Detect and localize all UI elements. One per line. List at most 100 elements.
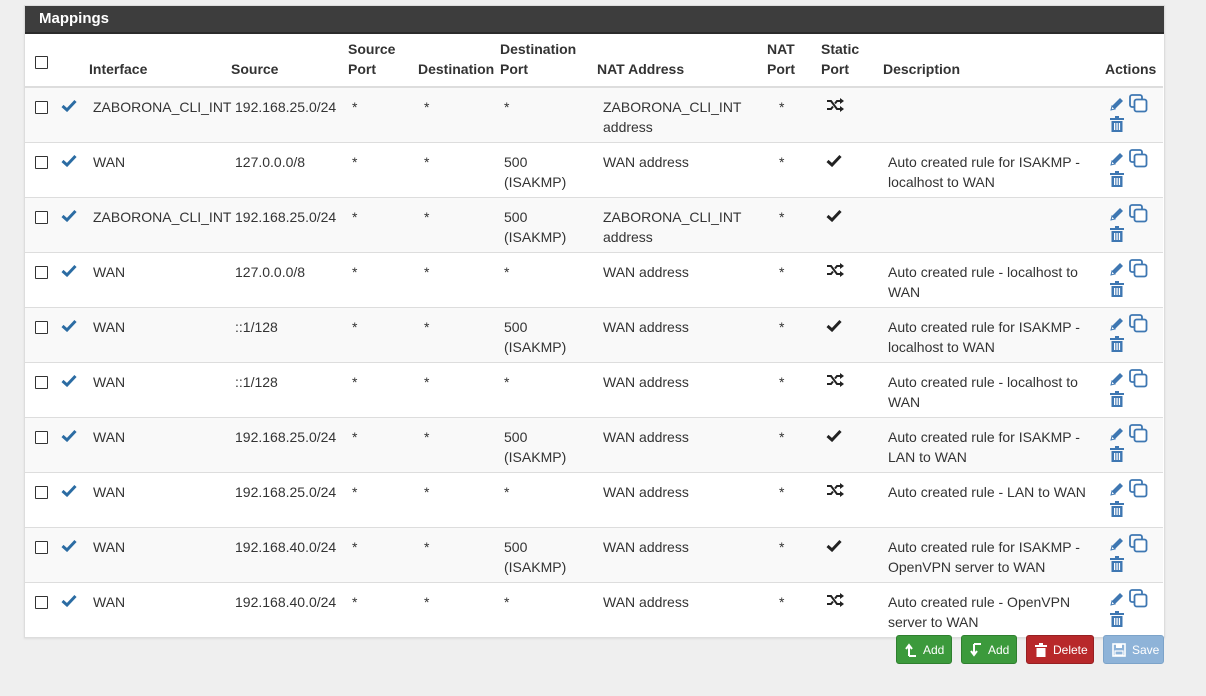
- edit-pencil-icon[interactable]: [1109, 206, 1125, 222]
- copy-icon[interactable]: [1129, 149, 1148, 168]
- cell-destination-port: *: [500, 87, 597, 143]
- table-row[interactable]: ZABORONA_CLI_INT 192.168.25.0/24 * * * ZABORO…: [25, 87, 1163, 143]
- copy-icon[interactable]: [1129, 534, 1148, 553]
- copy-icon[interactable]: [1129, 479, 1148, 498]
- delete-trash-icon[interactable]: [1110, 281, 1124, 297]
- cell-description: [883, 87, 1105, 143]
- cell-destination: *: [418, 307, 500, 363]
- copy-icon[interactable]: [1129, 204, 1148, 223]
- cell-nat-port: *: [767, 197, 821, 253]
- table-row[interactable]: WAN 192.168.40.0/24 * * 500 (ISAKMP) WAN addre…: [25, 527, 1163, 583]
- table-row[interactable]: WAN 192.168.25.0/24 * * 500 (ISAKMP) WAN addre…: [25, 417, 1163, 473]
- delete-trash-icon[interactable]: [1110, 336, 1124, 352]
- delete-trash-icon[interactable]: [1110, 226, 1124, 242]
- cell-actions: [1105, 472, 1163, 528]
- row-checkbox[interactable]: [35, 486, 48, 499]
- save-button[interactable]: Save: [1103, 635, 1164, 664]
- cell-destination-port: *: [500, 472, 597, 528]
- check-icon: [826, 209, 842, 225]
- delete-trash-icon[interactable]: [1110, 446, 1124, 462]
- cell-source: 192.168.40.0/24: [231, 527, 348, 583]
- delete-trash-icon[interactable]: [1110, 171, 1124, 187]
- col-nat-port: NAT Port: [767, 34, 821, 88]
- edit-pencil-icon[interactable]: [1109, 371, 1125, 387]
- panel-title: Mappings: [25, 6, 1164, 34]
- edit-pencil-icon[interactable]: [1109, 591, 1125, 607]
- row-checkbox[interactable]: [35, 101, 48, 114]
- edit-pencil-icon[interactable]: [1109, 481, 1125, 497]
- table-row[interactable]: WAN 127.0.0.0/8 * * * WAN address * Auto create…: [25, 252, 1163, 308]
- edit-pencil-icon[interactable]: [1109, 96, 1125, 112]
- cell-static-port: [821, 307, 883, 363]
- add-rule-bottom-button[interactable]: Add: [961, 635, 1017, 664]
- cell-nat-port: *: [767, 87, 821, 143]
- table-row[interactable]: WAN 192.168.40.0/24 * * * WAN address * Auto cr…: [25, 582, 1163, 637]
- table-row[interactable]: WAN::1/128 * * * WAN address * Auto created ru…: [25, 362, 1163, 418]
- cell-destination-port: *: [500, 252, 597, 308]
- copy-icon[interactable]: [1129, 589, 1148, 608]
- edit-pencil-icon[interactable]: [1109, 261, 1125, 277]
- cell-actions: [1105, 417, 1163, 473]
- delete-trash-icon[interactable]: [1110, 116, 1124, 132]
- row-checkbox[interactable]: [35, 321, 48, 334]
- cell-nat-port: *: [767, 252, 821, 308]
- cell-nat-address: WAN address: [597, 142, 767, 198]
- cell-interface: WAN: [89, 417, 231, 473]
- row-checkbox[interactable]: [35, 211, 48, 224]
- cell-source: ::1/128: [231, 362, 348, 418]
- cell-static-port: [821, 87, 883, 143]
- cell-static-port: [821, 527, 883, 583]
- row-checkbox[interactable]: [35, 266, 48, 279]
- add-top-label: Add: [923, 642, 945, 657]
- row-checkbox[interactable]: [35, 376, 48, 389]
- delete-trash-icon[interactable]: [1110, 501, 1124, 517]
- copy-icon[interactable]: [1129, 314, 1148, 333]
- cell-interface: ZABORONA_CLI_INT: [89, 197, 231, 253]
- row-checkbox[interactable]: [35, 431, 48, 444]
- delete-trash-icon[interactable]: [1110, 556, 1124, 572]
- cell-source-port: *: [348, 87, 418, 143]
- cell-actions: [1105, 582, 1163, 637]
- row-checkbox[interactable]: [35, 596, 48, 609]
- cell-destination-port: 500 (ISAKMP): [500, 197, 597, 253]
- cell-actions: [1105, 87, 1163, 143]
- cell-static-port: [821, 252, 883, 308]
- cell-interface: ZABORONA_CLI_INT: [89, 87, 231, 143]
- col-actions: Actions: [1105, 34, 1163, 88]
- table-row[interactable]: WAN::1/128 * * 500 (ISAKMP) WAN address * Auto …: [25, 307, 1163, 363]
- save-label: Save: [1132, 642, 1160, 657]
- delete-trash-icon[interactable]: [1110, 391, 1124, 407]
- enabled-check-icon: [61, 374, 77, 390]
- select-all-checkbox[interactable]: [35, 56, 48, 69]
- cell-destination: *: [418, 362, 500, 418]
- delete-button[interactable]: Delete: [1026, 635, 1094, 664]
- col-interface: Interface: [89, 34, 231, 88]
- copy-icon[interactable]: [1129, 259, 1148, 278]
- floppy-icon: [1112, 642, 1126, 657]
- cell-source-port: *: [348, 417, 418, 473]
- check-icon: [826, 154, 842, 170]
- edit-pencil-icon[interactable]: [1109, 151, 1125, 167]
- enabled-check-icon: [61, 594, 77, 610]
- edit-pencil-icon[interactable]: [1109, 426, 1125, 442]
- copy-icon[interactable]: [1129, 369, 1148, 388]
- delete-trash-icon[interactable]: [1110, 611, 1124, 627]
- shuffle-icon: [826, 483, 844, 500]
- row-checkbox[interactable]: [35, 541, 48, 554]
- cell-destination-port: 500 (ISAKMP): [500, 307, 597, 363]
- table-row[interactable]: WAN 192.168.25.0/24 * * * WAN address * Auto cr…: [25, 472, 1163, 528]
- cell-source-port: *: [348, 527, 418, 583]
- shuffle-icon: [826, 263, 844, 280]
- edit-pencil-icon[interactable]: [1109, 316, 1125, 332]
- add-rule-top-button[interactable]: Add: [896, 635, 952, 664]
- cell-static-port: [821, 197, 883, 253]
- table-row[interactable]: ZABORONA_CLI_INT 192.168.25.0/24 * * 500 (ISA…: [25, 197, 1163, 253]
- cell-description: Auto created rule - OpenVPN server to WAN: [883, 582, 1105, 637]
- copy-icon[interactable]: [1129, 424, 1148, 443]
- table-row[interactable]: WAN 127.0.0.0/8 * * 500 (ISAKMP) WAN address * A…: [25, 142, 1163, 198]
- cell-actions: [1105, 307, 1163, 363]
- cell-static-port: [821, 417, 883, 473]
- row-checkbox[interactable]: [35, 156, 48, 169]
- edit-pencil-icon[interactable]: [1109, 536, 1125, 552]
- copy-icon[interactable]: [1129, 94, 1148, 113]
